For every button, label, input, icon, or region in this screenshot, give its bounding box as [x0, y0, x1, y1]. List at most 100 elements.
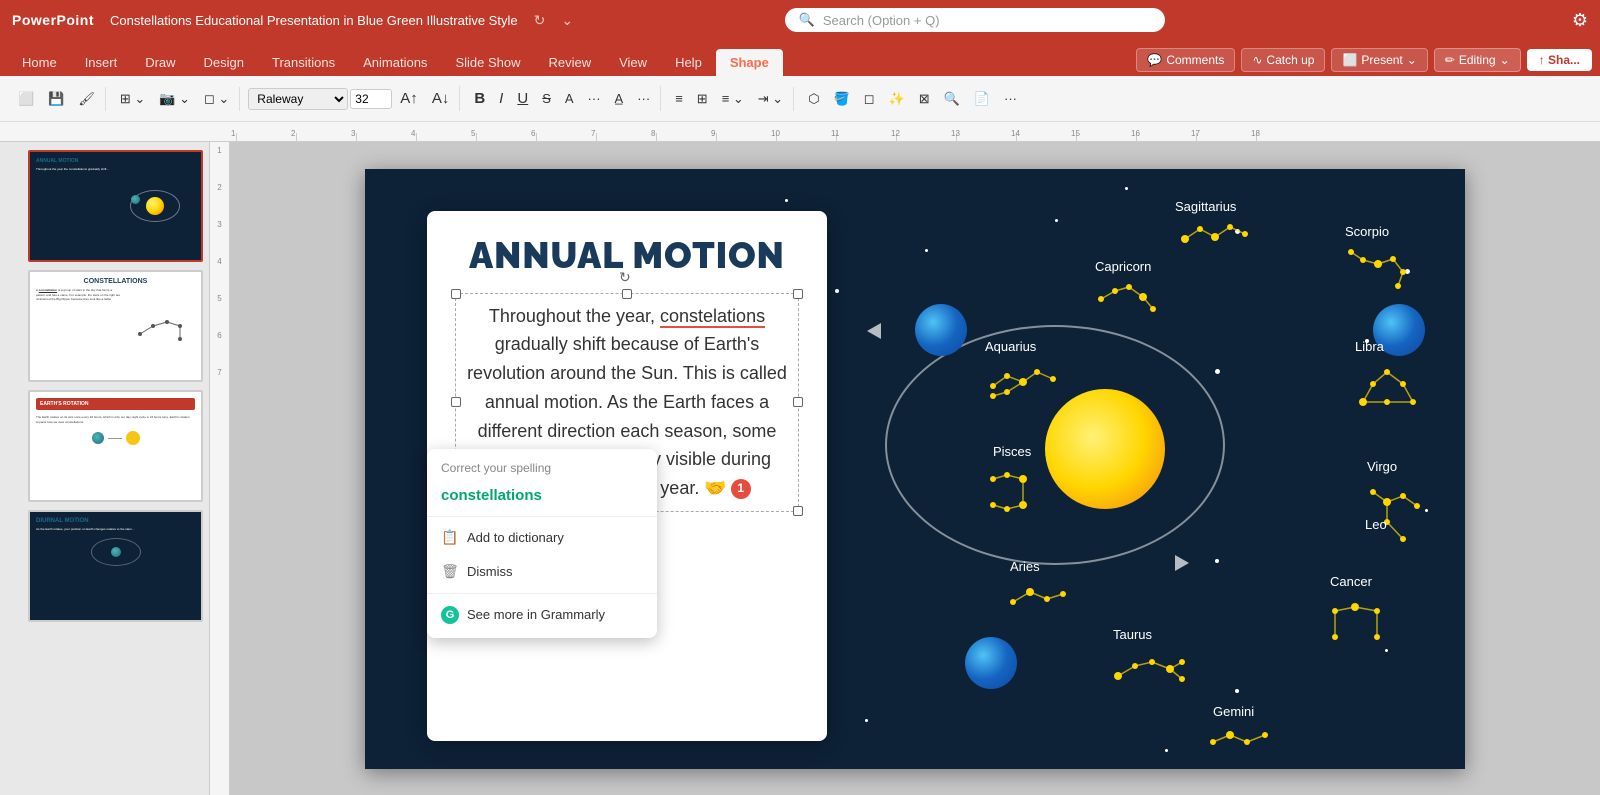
ruler-mark: 10 [776, 133, 836, 141]
handle-bot-right[interactable] [793, 506, 803, 516]
ribbon-right: 💬 Comments ∿ Catch up ⬜ Present ⌄ ✏ Edit… [1136, 48, 1592, 76]
save-button[interactable]: 💾 [42, 87, 70, 111]
grammarly-label: See more in Grammarly [467, 607, 605, 622]
spell-suggestion[interactable]: constellations [427, 479, 657, 512]
tab-insert[interactable]: Insert [71, 49, 132, 76]
earth-thumb-mini [92, 432, 104, 444]
tab-view[interactable]: View [605, 49, 661, 76]
editing-chevron[interactable]: ⌄ [1500, 53, 1510, 67]
main-slide: Sagittarius Scorpio [365, 169, 1465, 769]
grammarly-btn[interactable]: G See more in Grammarly [427, 598, 657, 632]
strikethrough-button[interactable]: S [536, 87, 557, 110]
sagittarius-svg [1175, 219, 1255, 269]
shape-btn[interactable]: ◻ ⌄ [198, 87, 235, 111]
refresh-icon[interactable]: ↻ [534, 12, 546, 29]
dismiss-btn[interactable]: 🗑 Dismiss [427, 555, 657, 589]
italic-button[interactable]: I [493, 86, 509, 111]
sun-thumb-mini [126, 431, 140, 445]
fill-btn[interactable]: 🪣 [828, 87, 856, 111]
slide-thumb-3[interactable]: EARTH'S ROTATION The Earth rotates on it… [28, 390, 203, 502]
font-color-btn[interactable]: A [559, 87, 580, 110]
tab-design[interactable]: Design [190, 49, 258, 76]
more-format-btn[interactable]: ··· [582, 87, 607, 110]
slide-thumb-4[interactable]: DIURNAL MOTION As the Earth rotates, you… [28, 510, 203, 622]
rotate-handle[interactable]: ↻ [619, 269, 631, 286]
search-bar[interactable]: 🔍 Search (Option + Q) [785, 8, 1165, 32]
slide-thumb-1[interactable]: ANNUAL MOTION Throughout the year the co… [28, 150, 203, 262]
settings-icon[interactable]: ⚙ [1572, 10, 1588, 31]
toolbar-format-group: B I U S A ··· A̲ ··· [464, 86, 661, 111]
ruler-v-4: 4 [217, 257, 221, 266]
font-family-select[interactable]: Raleway [248, 88, 348, 110]
ruler-mark: 8 [656, 133, 716, 141]
handle-top-mid[interactable] [622, 289, 632, 299]
chevron-down-icon[interactable]: ⌄ [561, 12, 573, 29]
sun-thumb [146, 197, 164, 215]
slide2-text: A constellation is a group of stars in t… [36, 288, 121, 374]
font-size-input[interactable] [350, 89, 392, 109]
format-painter[interactable]: 🖌 [72, 87, 101, 111]
sensitivity-btn[interactable]: 📄 [968, 87, 996, 111]
slide-1-wrapper: 1 ANNUAL MOTION Throughout the year the … [6, 150, 203, 262]
label-capricorn: Capricorn [1095, 259, 1151, 274]
highlight-btn[interactable]: A̲ [609, 87, 630, 110]
bold-button[interactable]: B [468, 86, 491, 111]
present-chevron[interactable]: ⌄ [1407, 53, 1417, 67]
spell-header: Correct your spelling [427, 455, 657, 479]
earth-planet-3 [965, 637, 1017, 689]
handle-mid-left[interactable] [451, 397, 461, 407]
tab-animations[interactable]: Animations [349, 49, 441, 76]
slide3-title: EARTH'S ROTATION [40, 401, 191, 407]
ruler-mark: 11 [836, 133, 896, 141]
overflow-btn[interactable]: ··· [998, 87, 1023, 110]
effects-btn[interactable]: ✨ [883, 87, 911, 111]
handle-top-right[interactable] [793, 289, 803, 299]
layout-btn[interactable]: ⊞ ⌄ [114, 87, 151, 111]
outline-btn[interactable]: ◻ [858, 87, 881, 111]
align-btn[interactable]: ≡ ⌄ [716, 87, 750, 111]
ruler-mark: 6 [536, 133, 596, 141]
bullet-list-btn[interactable]: ≡ [669, 87, 689, 110]
tab-home[interactable]: Home [8, 49, 71, 76]
underline-button[interactable]: U [511, 86, 534, 111]
increase-font-btn[interactable]: A↑ [394, 86, 424, 111]
dismiss-label: Dismiss [467, 564, 513, 579]
screenshot-btn[interactable]: 📷 ⌄ [153, 87, 196, 111]
tab-transitions[interactable]: Transitions [258, 49, 349, 76]
add-to-dictionary-btn[interactable]: 📋 Add to dictionary [427, 521, 657, 555]
label-cancer: Cancer [1330, 574, 1372, 589]
dictionary-icon: 📋 [441, 529, 459, 547]
toolbar-font-group: Raleway A↑ A↓ [244, 86, 460, 111]
ruler-mark: 12 [896, 133, 956, 141]
number-list-btn[interactable]: ⊞ [691, 87, 714, 111]
slide4-orbit [91, 538, 141, 566]
tab-help[interactable]: Help [661, 49, 716, 76]
slide-thumb-2[interactable]: CONSTELLATIONS A constellation is a grou… [28, 270, 203, 382]
share-button[interactable]: ↑ Sha... [1527, 49, 1592, 71]
present-button[interactable]: ⬜ Present ⌄ [1331, 48, 1427, 72]
indent-btn[interactable]: ⇥ ⌄ [752, 87, 789, 111]
replace-btn[interactable]: 🔍 [938, 87, 966, 111]
new-button[interactable]: ⬜ [12, 87, 40, 111]
tab-review[interactable]: Review [534, 49, 605, 76]
label-libra: Libra [1355, 339, 1384, 354]
tab-draw[interactable]: Draw [131, 49, 189, 76]
handle-mid-right[interactable] [793, 397, 803, 407]
tab-shape[interactable]: Shape [716, 49, 783, 76]
label-virgo: Virgo [1367, 459, 1397, 474]
editing-button[interactable]: ✏ Editing ⌄ [1434, 48, 1521, 72]
slide3-text: The Earth rotates on its axis once every… [36, 415, 195, 424]
tab-slideshow[interactable]: Slide Show [441, 49, 534, 76]
more-btn[interactable]: ··· [631, 87, 656, 110]
cancer-svg [1327, 599, 1392, 649]
catch-up-button[interactable]: ∿ Catch up [1241, 48, 1325, 72]
spell-divider [427, 516, 657, 517]
comments-button[interactable]: 💬 Comments [1136, 48, 1235, 72]
decrease-font-btn[interactable]: A↓ [426, 86, 456, 111]
pisces-svg [985, 467, 1055, 517]
ruler-v-7: 7 [217, 368, 221, 377]
label-gemini: Gemini [1213, 704, 1254, 719]
handle-top-left[interactable] [451, 289, 461, 299]
arrange-btn[interactable]: ⊠ [913, 87, 936, 111]
shapes-btn[interactable]: ⬡ [802, 87, 825, 111]
